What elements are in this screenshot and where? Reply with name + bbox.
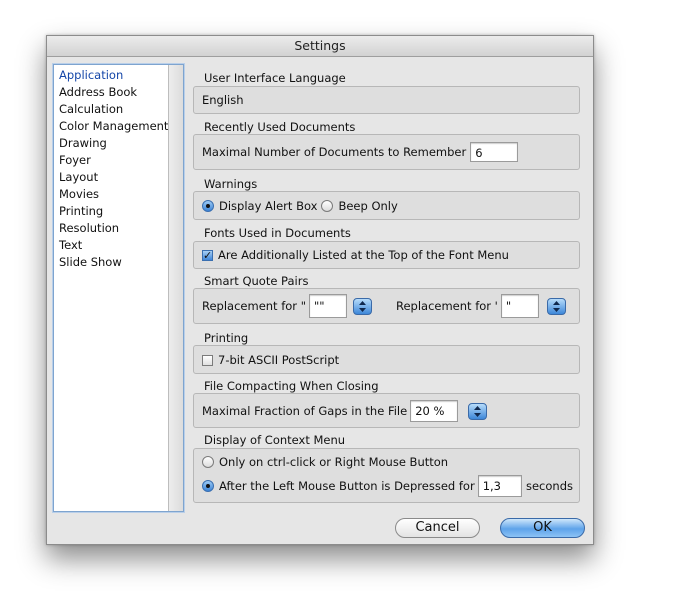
beep-only-radio[interactable] xyxy=(321,200,334,212)
ok-button[interactable]: OK xyxy=(500,518,585,538)
font-menu-checkbox-label: Are Additionally Listed at the Top of th… xyxy=(218,248,509,262)
ascii-postscript-label: 7-bit ASCII PostScript xyxy=(218,353,340,367)
window-title: Settings xyxy=(47,36,593,57)
recent-docs-label: Maximal Number of Documents to Remember xyxy=(202,145,467,159)
single-quote-label: Replacement for ' xyxy=(395,299,498,313)
warnings-heading: Warnings xyxy=(204,177,258,191)
left-button-label: After the Left Mouse Button is Depressed… xyxy=(219,479,475,493)
single-quote-field[interactable]: " xyxy=(500,294,539,318)
stepper-arrows-icon xyxy=(474,405,482,417)
font-menu-checkbox[interactable]: ✓ xyxy=(202,248,213,262)
beep-only-label: Beep Only xyxy=(338,199,398,213)
cancel-button[interactable]: Cancel xyxy=(395,518,480,538)
sidebar-item-printing[interactable]: Printing xyxy=(59,203,183,220)
gap-fraction-stepper[interactable] xyxy=(468,402,488,420)
sidebar-item-color-management[interactable]: Color Management xyxy=(59,118,183,135)
double-quote-field[interactable]: "" xyxy=(308,294,347,318)
sidebar-item-address-book[interactable]: Address Book xyxy=(59,84,183,101)
sidebar-item-text[interactable]: Text xyxy=(59,237,183,254)
sidebar: Application Address Book Calculation Col… xyxy=(53,64,184,512)
smart-quotes-heading: Smart Quote Pairs xyxy=(204,274,309,288)
stepper-arrows-icon xyxy=(552,300,560,312)
sidebar-item-layout[interactable]: Layout xyxy=(59,169,183,186)
sidebar-item-calculation[interactable]: Calculation xyxy=(59,101,183,118)
sidebar-item-movies[interactable]: Movies xyxy=(59,186,183,203)
alert-box-label: Display Alert Box xyxy=(219,199,318,213)
gap-fraction-field[interactable]: 20 % xyxy=(410,400,459,422)
printing-heading: Printing xyxy=(204,331,249,345)
sidebar-scrollbar[interactable] xyxy=(168,65,183,511)
left-button-radio[interactable] xyxy=(202,480,214,492)
sidebar-list: Application Address Book Calculation Col… xyxy=(54,65,183,271)
ui-language-heading: User Interface Language xyxy=(204,71,346,85)
warnings-box: Display Alert Box Beep Only xyxy=(193,191,580,220)
double-quote-stepper[interactable] xyxy=(352,297,372,315)
recent-docs-count-field[interactable]: 6 xyxy=(470,142,519,162)
ascii-postscript-checkbox[interactable] xyxy=(202,354,213,366)
recent-docs-box: Maximal Number of Documents to Remember … xyxy=(193,134,580,170)
checkmark-icon: ✓ xyxy=(203,248,213,262)
printing-box: 7-bit ASCII PostScript xyxy=(193,345,580,374)
smart-quotes-box: Replacement for " "" Replacement for ' " xyxy=(193,288,580,324)
sidebar-item-drawing[interactable]: Drawing xyxy=(59,135,183,152)
seconds-field[interactable]: 1,3 xyxy=(477,475,522,497)
context-menu-box: Only on ctrl-click or Right Mouse Button… xyxy=(193,448,580,503)
settings-window: Settings Application Address Book Calcul… xyxy=(46,35,594,545)
sidebar-item-slide-show[interactable]: Slide Show xyxy=(59,254,183,271)
compacting-label: Maximal Fraction of Gaps in the File xyxy=(202,404,408,418)
context-menu-heading: Display of Context Menu xyxy=(204,433,346,447)
sidebar-item-foyer[interactable]: Foyer xyxy=(59,152,183,169)
ctrl-click-label: Only on ctrl-click or Right Mouse Button xyxy=(219,455,449,469)
ui-language-value[interactable]: English xyxy=(202,93,244,107)
single-quote-stepper[interactable] xyxy=(546,297,566,315)
ctrl-click-radio[interactable] xyxy=(202,456,214,468)
ui-language-box: English xyxy=(193,86,580,114)
seconds-unit-label: seconds xyxy=(525,479,573,493)
stepper-arrows-icon xyxy=(358,300,366,312)
compacting-heading: File Compacting When Closing xyxy=(204,379,379,393)
sidebar-item-application[interactable]: Application xyxy=(59,67,183,84)
compacting-box: Maximal Fraction of Gaps in the File 20 … xyxy=(193,393,580,428)
fonts-heading: Fonts Used in Documents xyxy=(204,226,351,240)
alert-box-radio[interactable] xyxy=(202,200,214,212)
fonts-box: ✓ Are Additionally Listed at the Top of … xyxy=(193,241,580,269)
recent-docs-heading: Recently Used Documents xyxy=(204,120,356,134)
double-quote-label: Replacement for " xyxy=(202,299,306,313)
sidebar-item-resolution[interactable]: Resolution xyxy=(59,220,183,237)
